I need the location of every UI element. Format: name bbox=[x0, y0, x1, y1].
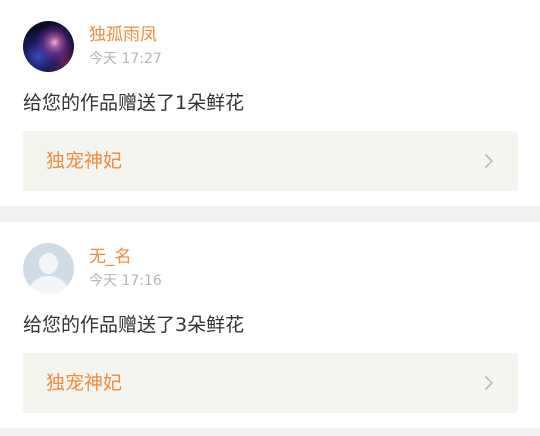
gift-message: 给您的作品赠送了1朵鲜花 bbox=[23, 92, 245, 114]
username[interactable]: 无_名 bbox=[89, 246, 132, 268]
chevron-right-icon bbox=[485, 154, 493, 168]
work-title: 独宠神妃 bbox=[46, 372, 123, 394]
avatar-head-shape bbox=[39, 253, 58, 274]
username[interactable]: 独孤雨凤 bbox=[89, 24, 157, 46]
timestamp: 今天 17:27 bbox=[89, 51, 162, 67]
avatar-shoulders-shape bbox=[30, 276, 67, 294]
notification-card: 无_名 今天 17:16 给您的作品赠送了3朵鲜花 独宠神妃 bbox=[0, 222, 540, 428]
work-link[interactable]: 独宠神妃 bbox=[23, 353, 518, 413]
user-avatar[interactable] bbox=[23, 243, 74, 294]
timestamp: 今天 17:16 bbox=[89, 273, 162, 289]
user-avatar[interactable] bbox=[23, 21, 74, 72]
notification-card: 独孤雨凤 今天 17:27 给您的作品赠送了1朵鲜花 独宠神妃 bbox=[0, 0, 540, 206]
gift-message: 给您的作品赠送了3朵鲜花 bbox=[23, 314, 245, 336]
work-title: 独宠神妃 bbox=[46, 150, 123, 172]
work-link[interactable]: 独宠神妃 bbox=[23, 131, 518, 191]
chevron-right-icon bbox=[485, 376, 493, 390]
